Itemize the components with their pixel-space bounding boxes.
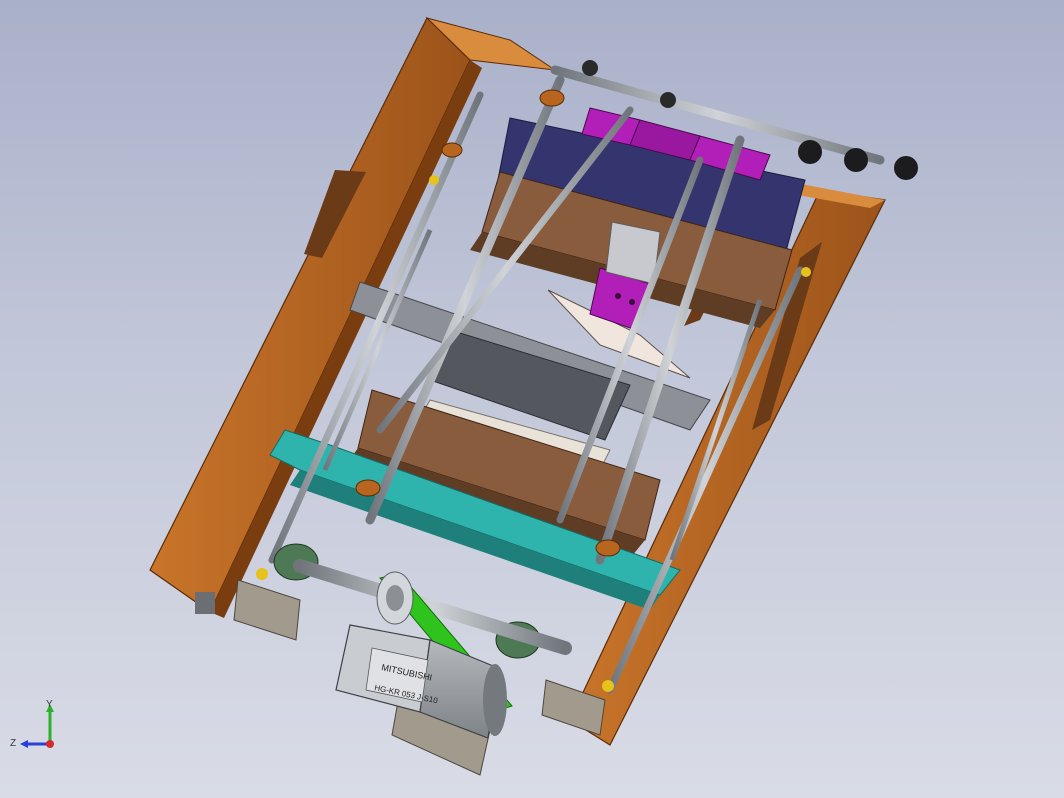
y-axis-label: Y [46, 699, 53, 710]
cad-viewport[interactable]: MITSUBISHI HG-KR 053 J-S10 Y Z [0, 0, 1064, 798]
z-axis-label: Z [10, 738, 16, 749]
x-axis-dot [46, 740, 54, 748]
drive-pulley [376, 571, 414, 625]
orientation-triad[interactable]: Y Z [8, 698, 72, 762]
assembly-model[interactable]: MITSUBISHI HG-KR 053 J-S10 [0, 0, 1064, 798]
